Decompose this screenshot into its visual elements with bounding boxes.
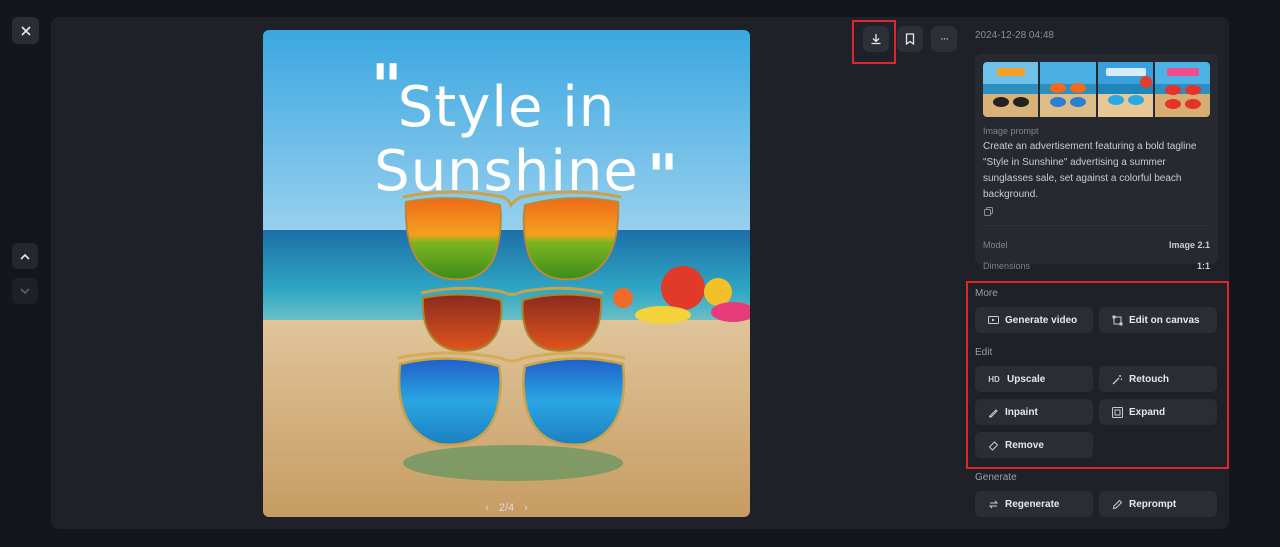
- pager-next-button[interactable]: ›: [524, 502, 528, 514]
- edit-tools-highlight: [966, 281, 1229, 469]
- dimensions-label: Dimensions: [983, 260, 1031, 271]
- creation-timestamp: 2024-12-28 04:48: [975, 30, 1054, 41]
- dimensions-row: Dimensions 1:1: [983, 255, 1210, 276]
- model-label: Model: [983, 239, 1008, 250]
- pencil-icon: [1111, 498, 1123, 510]
- details-divider: [983, 225, 1210, 226]
- regenerate-label: Regenerate: [1005, 498, 1060, 510]
- pager-label: 2/4: [498, 502, 515, 514]
- prompt-label: Image prompt: [983, 126, 1039, 136]
- thumbnail-2[interactable]: [1040, 62, 1096, 117]
- thumbnail-4[interactable]: [1154, 62, 1210, 117]
- thumbnail-1[interactable]: [983, 62, 1039, 117]
- chevron-up-icon: [20, 253, 30, 260]
- reprompt-label: Reprompt: [1129, 498, 1177, 510]
- thumbnail-strip: [983, 62, 1210, 117]
- prompt-text: Create an advertisement featuring a bold…: [983, 141, 1197, 200]
- dimensions-value: 1:1: [1196, 260, 1210, 271]
- image-headline-line1: Style in: [397, 75, 616, 140]
- image-pager: ‹ 2/4 ›: [263, 502, 750, 514]
- details-sidebar: 2024-12-28 04:48 Image prompt Create an …: [975, 30, 1218, 271]
- more-options-button[interactable]: ···: [931, 26, 957, 52]
- reprompt-button[interactable]: Reprompt: [1099, 491, 1217, 517]
- regenerate-button[interactable]: Regenerate: [975, 491, 1093, 517]
- more-dots-icon: ···: [940, 33, 949, 45]
- download-highlight: [852, 20, 896, 64]
- close-button[interactable]: [12, 17, 39, 44]
- copy-icon: [984, 207, 993, 216]
- pager-prev-button[interactable]: ‹: [485, 502, 489, 514]
- copy-prompt-button[interactable]: [983, 205, 997, 219]
- image-headline-line2: Sunshine: [374, 139, 639, 204]
- next-image-button[interactable]: [12, 278, 38, 304]
- bookmark-button[interactable]: [897, 26, 923, 52]
- details-card: Image prompt Create an advertisement fea…: [975, 54, 1218, 271]
- previous-image-button[interactable]: [12, 243, 38, 269]
- model-value: Image 2.1: [1168, 239, 1210, 250]
- generated-image[interactable]: " " Style in Sunshine ‹ 2/4 ›: [263, 30, 750, 517]
- model-row: Model Image 2.1: [983, 234, 1210, 255]
- image-viewer: " " Style in Sunshine ‹ 2/4 › ··· 2024-1…: [0, 0, 1280, 547]
- refresh-icon: [987, 498, 999, 510]
- bookmark-icon: [905, 33, 915, 45]
- thumbnail-3[interactable]: [1097, 62, 1153, 117]
- close-icon: [20, 25, 31, 36]
- chevron-down-icon: [20, 287, 30, 294]
- generate-section-title: Generate: [975, 472, 1017, 483]
